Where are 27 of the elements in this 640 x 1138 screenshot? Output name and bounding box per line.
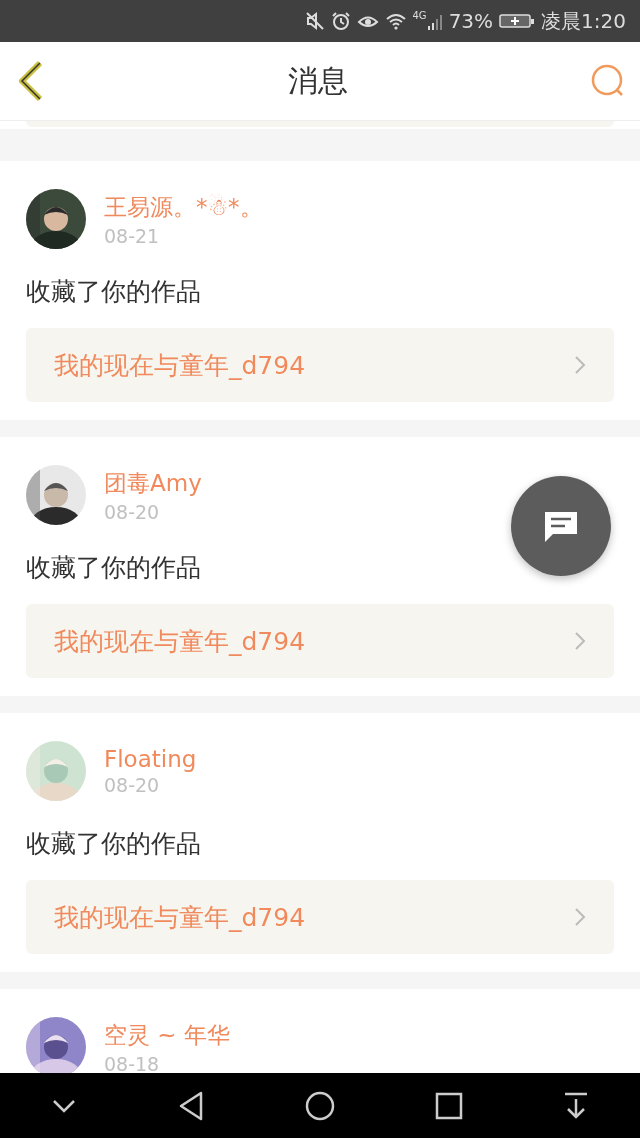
wifi-icon [384,11,407,31]
recents-icon[interactable] [435,1091,464,1120]
network-label: 4G [412,10,427,21]
work-link[interactable]: 我的现在与童年_d794 [26,880,614,954]
message-date: 08-21 [104,224,161,247]
user-name[interactable]: 王易源。*☃*。 [104,191,263,223]
message-date: 08-18 [104,1052,161,1073]
message-date: 08-20 [104,500,161,523]
action-text: 收藏了你的作品 [26,828,202,860]
chevron-right-icon [574,355,586,375]
page-title: 消息 [288,61,348,100]
battery-icon [499,11,536,31]
user-name[interactable]: 空灵 ~ 年华 [104,1019,230,1051]
battery-percent: 73% [448,9,494,33]
work-link[interactable]: 我的现在与童年_d794 [26,328,614,402]
action-text: 收藏了你的作品 [26,276,202,308]
chevron-right-icon [574,631,586,651]
user-name[interactable]: 团毒Amy [104,467,202,499]
home-icon[interactable] [303,1089,336,1122]
mute-icon [304,11,325,31]
work-link[interactable]: 我的现在与童年_d794 [26,604,614,678]
chevron-right-icon [574,907,586,927]
action-text: 收藏了你的作品 [26,552,202,584]
clock: 凌晨1:20 [541,7,626,35]
message-date: 08-20 [104,774,161,796]
alarm-icon [330,11,351,31]
user-name[interactable]: Floating [104,746,197,772]
